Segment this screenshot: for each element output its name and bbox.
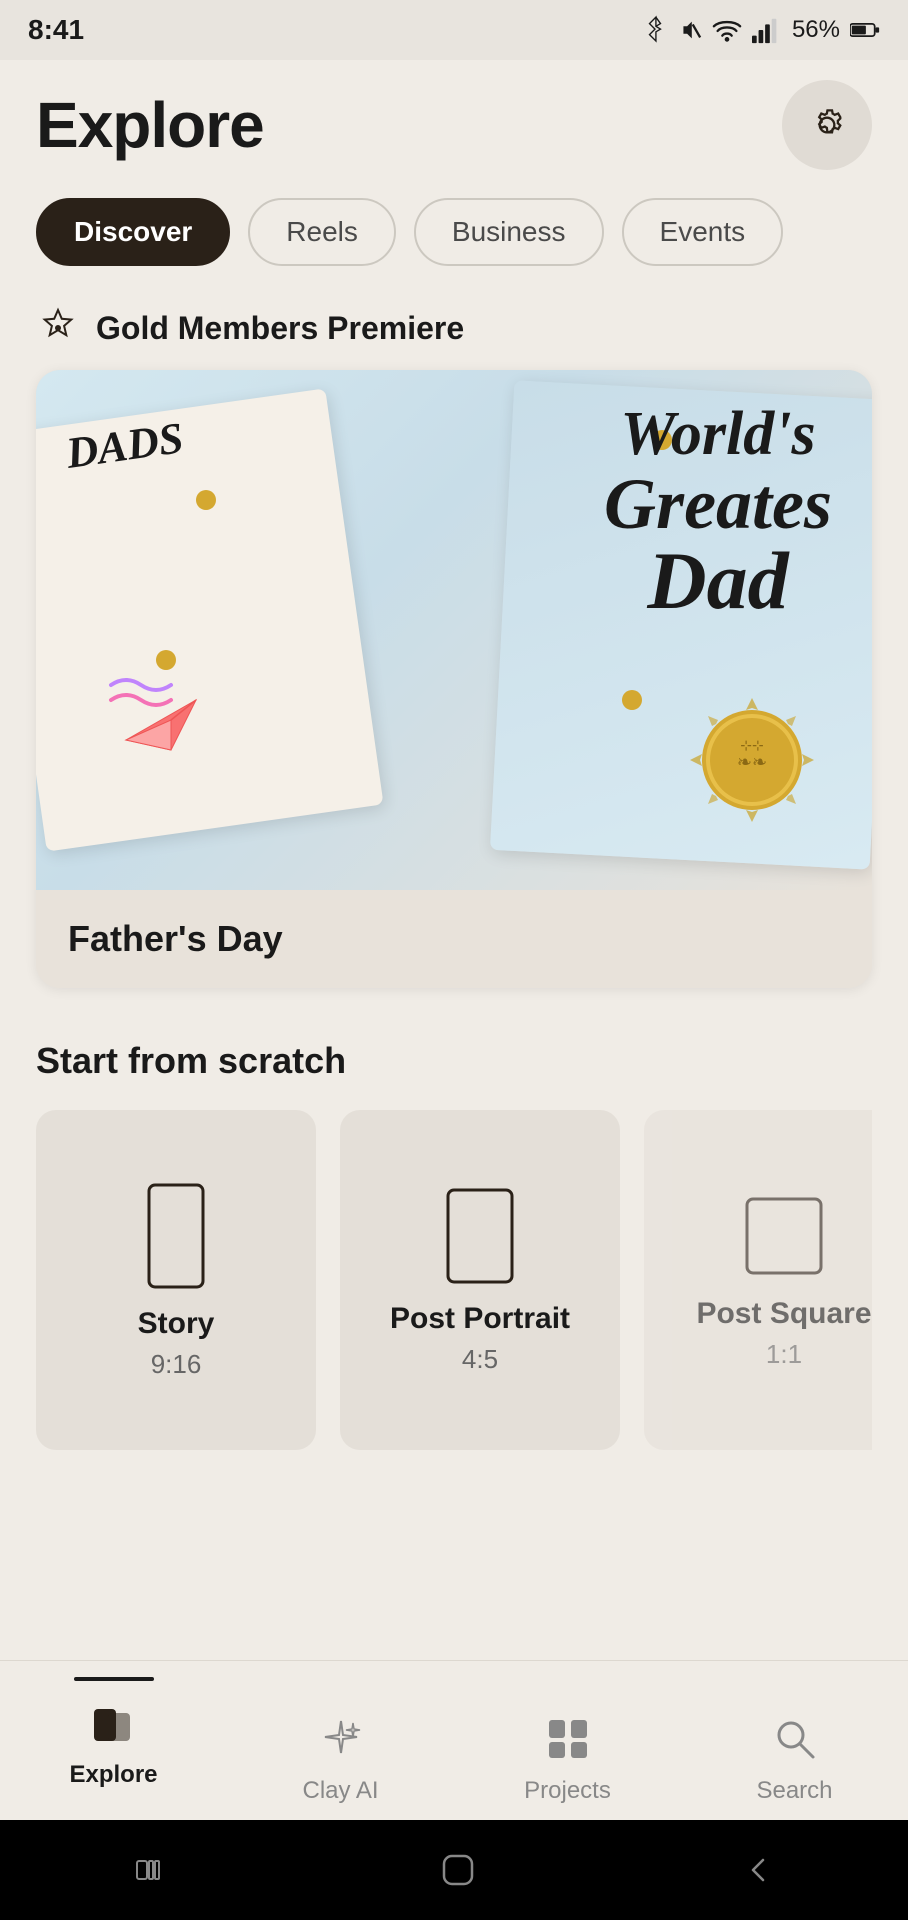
system-back-button[interactable] [741,1852,777,1888]
status-icons: 56% [644,15,880,45]
page-title: Explore [36,88,264,162]
scratch-card-story[interactable]: Story 9:16 [36,1110,316,1450]
bottom-nav: Explore Clay AI Projects [0,1660,908,1820]
status-time: 8:41 [28,14,84,46]
scratch-section: Start from scratch Story 9:16 [36,1040,872,1470]
mute-icon [676,15,702,45]
scratch-card-extra-ratio: 1:1 [766,1339,802,1370]
post-portrait-icon [440,1186,520,1286]
system-nav-bar [0,1820,908,1920]
gold-members-label: Gold Members Premiere [96,310,464,347]
square-icon [739,1191,829,1281]
signal-icon [752,16,782,44]
featured-caption-text: Father's Day [68,918,283,959]
paper-plane-icon [116,680,206,760]
scratch-section-title: Start from scratch [36,1040,872,1082]
gold-seal-icon: ❧❧ ⊹⊹ [682,690,822,830]
tab-events[interactable]: Events [622,198,784,266]
nav-item-clay-ai[interactable]: Clay AI [271,1681,411,1805]
nav-active-indicator [74,1677,154,1681]
projects-nav-icon [538,1709,598,1769]
tab-discover[interactable]: Discover [36,198,230,266]
nav-label-clay-ai: Clay AI [302,1777,378,1805]
gold-members-section-label: Gold Members Premiere [36,306,872,350]
card-line3: Dad [604,540,832,622]
settings-button[interactable] [782,80,872,170]
header-row: Explore [36,80,872,170]
nav-label-explore: Explore [69,1761,157,1789]
card-text-overlay: World's Greates Dad [604,400,832,622]
explore-nav-icon [84,1693,144,1753]
nav-label-search: Search [756,1777,832,1805]
scratch-card-post-portrait-ratio: 4:5 [462,1344,498,1375]
featured-caption: Father's Day [36,890,872,988]
nav-item-search[interactable]: Search [725,1681,865,1805]
tab-reels[interactable]: Reels [248,198,396,266]
nav-item-projects[interactable]: Projects [498,1681,638,1805]
scratch-card-story-ratio: 9:16 [151,1349,202,1380]
main-content: Explore Discover Reels Business Events G… [0,60,908,1660]
scratch-card-post-portrait-name: Post Portrait [390,1302,570,1336]
battery-level: 56% [792,16,840,44]
system-home-button[interactable] [438,1850,478,1890]
scratch-card-extra-name: Post Square [696,1297,871,1331]
featured-image: DADS World's Greates Dad [36,370,872,890]
featured-card[interactable]: DADS World's Greates Dad [36,370,872,988]
gear-icon [805,103,849,147]
gold-star-icon [36,306,80,350]
scratch-cards-row: Story 9:16 Post Portrait 4:5 [36,1110,872,1470]
card-line2: Greates [604,468,832,540]
status-bar: 8:41 56% [0,0,908,60]
svg-text:❧❧: ❧❧ [737,752,767,772]
filter-tabs: Discover Reels Business Events [36,198,872,266]
system-menu-button[interactable] [131,1855,175,1885]
scratch-card-post-portrait[interactable]: Post Portrait 4:5 [340,1110,620,1450]
search-nav-icon [765,1709,825,1769]
nav-item-explore[interactable]: Explore [44,1681,184,1789]
scratch-card-extra[interactable]: Post Square 1:1 [644,1110,872,1450]
svg-text:⊹⊹: ⊹⊹ [740,739,763,754]
bluetooth-icon [644,15,666,45]
nav-label-projects: Projects [524,1777,611,1805]
clay-ai-nav-icon [311,1709,371,1769]
story-icon [141,1181,211,1291]
card-line1: World's [604,400,832,468]
battery-icon [850,20,880,40]
scratch-card-story-name: Story [138,1307,215,1341]
wifi-icon [712,16,742,44]
tab-business[interactable]: Business [414,198,604,266]
